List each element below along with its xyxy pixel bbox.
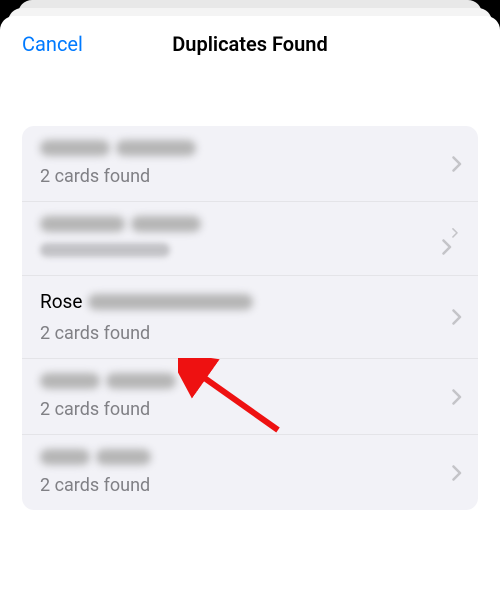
contact-name [40, 373, 436, 389]
content-area: 2 cards found [0, 72, 500, 510]
redacted-text [131, 216, 201, 232]
redacted-text [88, 294, 253, 310]
duplicate-row[interactable]: 2 cards found [22, 359, 478, 435]
redacted-text [40, 140, 110, 156]
cards-count-label: 2 cards found [40, 166, 436, 187]
chevron-right-icon [452, 309, 462, 325]
redacted-text [40, 449, 90, 465]
duplicate-row[interactable]: Rose 2 cards found [22, 276, 478, 359]
chevron-right-icon [452, 156, 462, 172]
contact-name: Rose [40, 290, 436, 313]
contact-name-visible: Rose [40, 290, 82, 313]
duplicates-list: 2 cards found [22, 126, 478, 510]
cards-count-label: 2 cards found [40, 475, 436, 496]
contact-name [40, 449, 436, 465]
page-title: Duplicates Found [172, 32, 327, 56]
redacted-text [106, 373, 176, 389]
duplicate-row[interactable] [22, 202, 478, 276]
chevron-right-icon [452, 465, 462, 481]
chevron-right-icon [452, 223, 462, 255]
redacted-text [40, 216, 125, 232]
cards-count-label [40, 242, 436, 261]
redacted-text [40, 373, 100, 389]
contact-name [40, 140, 436, 156]
cards-count-label: 2 cards found [40, 399, 436, 420]
cancel-button[interactable]: Cancel [22, 32, 83, 56]
redacted-text [116, 140, 196, 156]
contact-name [40, 216, 436, 232]
nav-bar: Cancel Duplicates Found [0, 16, 500, 72]
redacted-text [96, 449, 151, 465]
modal-sheet: Cancel Duplicates Found 2 cards found [0, 16, 500, 604]
duplicate-row[interactable]: 2 cards found [22, 126, 478, 202]
duplicate-row[interactable]: 2 cards found [22, 435, 478, 510]
cards-count-label: 2 cards found [40, 323, 436, 344]
chevron-right-icon [452, 389, 462, 405]
